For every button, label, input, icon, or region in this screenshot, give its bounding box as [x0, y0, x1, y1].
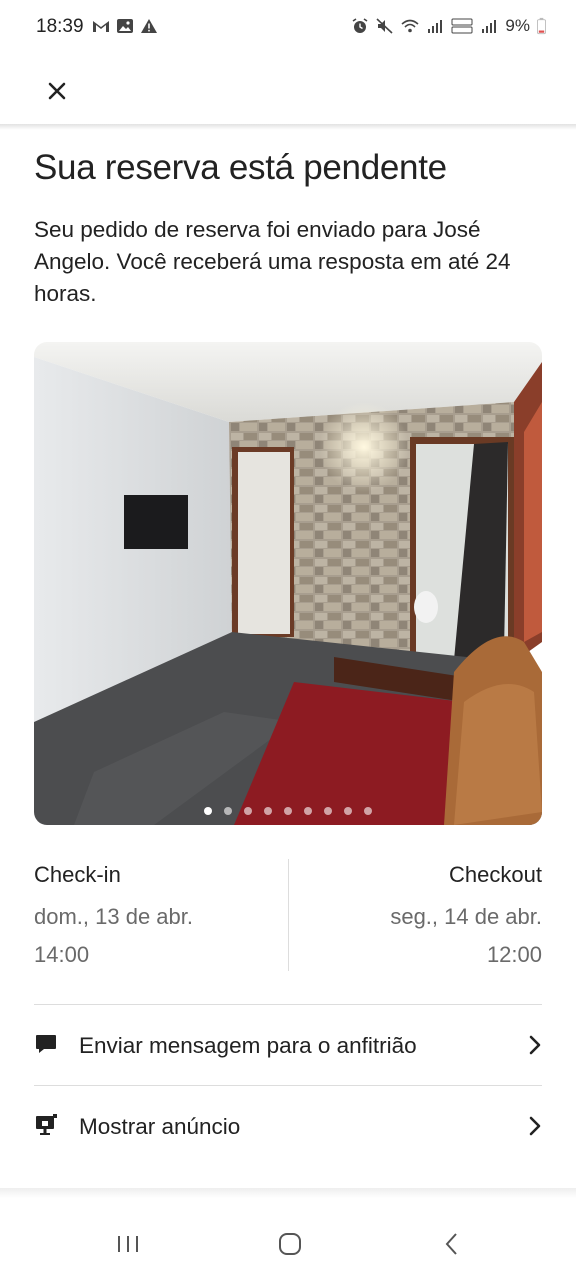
- signal-icon: [482, 20, 497, 33]
- close-button[interactable]: [40, 74, 74, 108]
- header-divider: [0, 124, 576, 130]
- photo-pagination: [34, 807, 542, 815]
- checkin-date: dom., 13 de abr.: [34, 904, 193, 929]
- warning-icon: [141, 19, 157, 33]
- listing-photo[interactable]: [34, 342, 542, 825]
- show-listing-label: Mostrar anúncio: [79, 1114, 241, 1139]
- checkout-label: Checkout: [449, 862, 542, 887]
- alarm-icon: [352, 18, 368, 33]
- show-listing-row[interactable]: Mostrar anúncio: [34, 1087, 542, 1167]
- volte-icon: [451, 18, 473, 34]
- bottom-shadow: [0, 1188, 576, 1198]
- checkin-time: 14:00: [34, 942, 90, 967]
- gmail-icon: [93, 21, 109, 32]
- checkin-block: Check-in dom., 13 de abr. 14:00: [34, 855, 274, 972]
- message-icon: [36, 1035, 56, 1053]
- pagination-dot[interactable]: [344, 807, 352, 815]
- checkout-block: Checkout seg., 14 de abr. 12:00: [302, 855, 542, 972]
- reservation-dates: Check-in dom., 13 de abr. 14:00 Checkout…: [34, 855, 542, 973]
- mute-icon: [376, 18, 393, 34]
- home-button[interactable]: [270, 1224, 310, 1264]
- back-button[interactable]: [432, 1224, 472, 1264]
- system-nav-bar: [0, 1200, 576, 1280]
- back-icon: [445, 1233, 457, 1255]
- wifi-icon: [401, 19, 419, 33]
- pagination-dot[interactable]: [224, 807, 232, 815]
- page-title: Sua reserva está pendente: [34, 148, 447, 187]
- home-icon: [279, 1233, 301, 1255]
- close-icon: [48, 82, 66, 100]
- page-subtitle: Seu pedido de reserva foi enviado para J…: [34, 217, 511, 306]
- pagination-dot[interactable]: [284, 807, 292, 815]
- chevron-right-icon: [529, 1035, 541, 1055]
- status-left-icons: [92, 18, 158, 34]
- pagination-dot[interactable]: [304, 807, 312, 815]
- top-bar: [0, 58, 576, 126]
- pagination-dot[interactable]: [324, 807, 332, 815]
- section-divider: [34, 1085, 542, 1086]
- pagination-dot[interactable]: [204, 807, 212, 815]
- pagination-dot[interactable]: [264, 807, 272, 815]
- gallery-icon: [117, 19, 133, 33]
- signal-icon: [428, 20, 443, 33]
- chevron-right-icon: [529, 1116, 541, 1136]
- battery-text: 9%: [505, 16, 530, 35]
- section-divider: [34, 1004, 542, 1005]
- checkout-time: 12:00: [486, 942, 542, 967]
- pagination-dot[interactable]: [364, 807, 372, 815]
- recent-apps-button[interactable]: [108, 1224, 148, 1264]
- checkin-label: Check-in: [34, 862, 121, 887]
- listing-photo-image: [34, 342, 542, 825]
- status-time: 18:39: [36, 16, 84, 37]
- pagination-dot[interactable]: [244, 807, 252, 815]
- dates-divider: [288, 859, 289, 971]
- recent-apps-icon: [118, 1236, 138, 1252]
- status-bar: 18:39 9%: [0, 0, 576, 58]
- listing-icon: [36, 1114, 57, 1135]
- status-right-icons: 9%: [351, 16, 546, 36]
- message-host-row[interactable]: Enviar mensagem para o anfitrião: [34, 1006, 542, 1086]
- message-host-label: Enviar mensagem para o anfitrião: [79, 1033, 417, 1058]
- battery-icon: [537, 17, 546, 35]
- checkout-date: seg., 14 de abr.: [390, 904, 542, 929]
